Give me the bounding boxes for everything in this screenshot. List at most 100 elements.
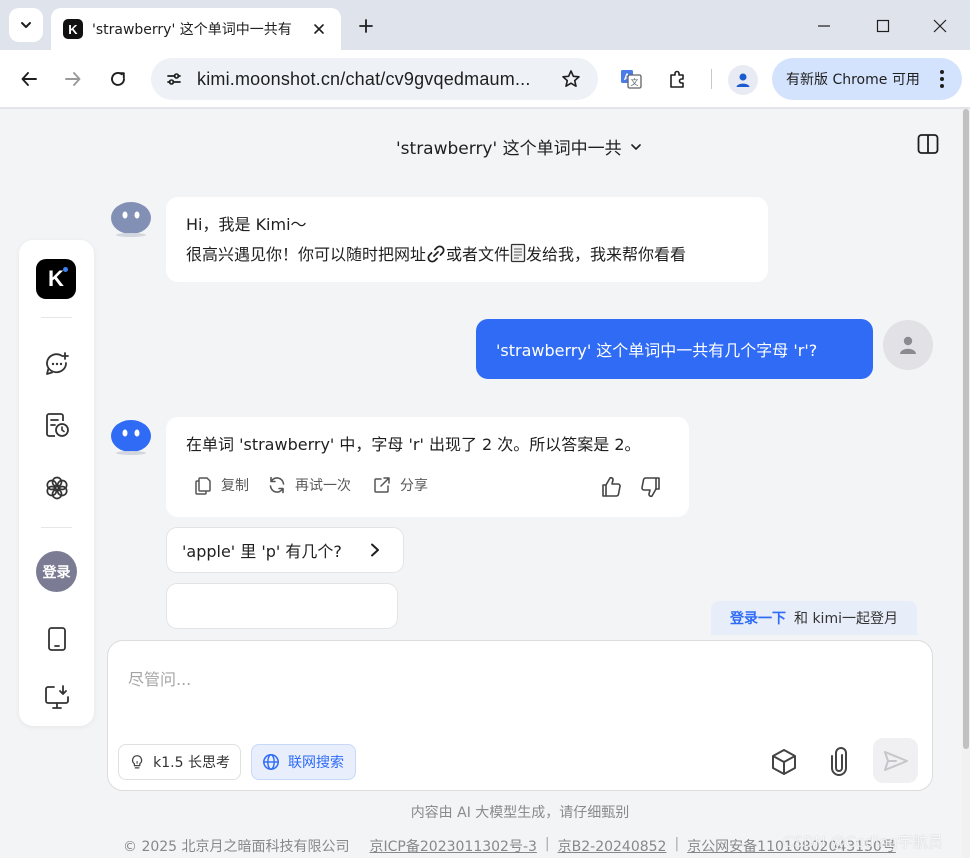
b2-link[interactable]: 京B2-20240852: [558, 836, 667, 856]
copy-icon: [195, 477, 211, 495]
attach-button[interactable]: [819, 742, 859, 782]
phone-icon: [48, 627, 66, 651]
chat-input[interactable]: [128, 659, 908, 699]
greeting-line-1: Hi，我是 Kimi～: [186, 215, 307, 234]
retry-label: 再试一次: [295, 478, 351, 494]
copyright-text: © 2025 北京月之暗面科技有限公司: [123, 839, 350, 855]
explore-button[interactable]: [42, 473, 72, 503]
minimize-button[interactable]: [809, 12, 839, 40]
kimi-favicon-icon: K: [63, 19, 83, 39]
forward-button[interactable]: [58, 64, 88, 94]
send-icon: [883, 750, 908, 771]
close-icon: [933, 19, 947, 33]
close-icon: [314, 24, 324, 34]
panel-icon: [917, 134, 939, 154]
copy-button[interactable]: 复制: [193, 475, 249, 495]
web-search-label: 联网搜索: [288, 755, 344, 771]
copy-label: 复制: [221, 478, 249, 494]
desktop-app-button[interactable]: [42, 682, 72, 712]
plus-icon: [359, 19, 373, 33]
person-icon: [736, 73, 750, 87]
chrome-update-label: 有新版 Chrome 可用: [786, 72, 920, 88]
desktop-download-icon: [45, 685, 69, 709]
puzzle-icon: [670, 70, 684, 88]
retry-button[interactable]: 再试一次: [267, 475, 351, 495]
icp-link[interactable]: 京ICP备2023011302号-3: [370, 836, 537, 856]
mobile-app-button[interactable]: [42, 624, 72, 654]
new-chat-button[interactable]: [42, 349, 72, 379]
share-button[interactable]: 分享: [372, 475, 428, 495]
globe-icon: [263, 754, 279, 770]
address-bar[interactable]: kimi.moonshot.cn/chat/cv9gvqedmaum...: [151, 58, 598, 100]
thumbs-up-icon: [602, 476, 621, 497]
kebab-menu-icon[interactable]: [934, 69, 950, 89]
chevron-down-icon: [21, 22, 31, 28]
left-sidebar: K 登录: [19, 240, 94, 726]
web-search-toggle[interactable]: 联网搜索: [251, 744, 356, 780]
extensions-button[interactable]: [662, 64, 692, 94]
greeting-text-b: 或者文件: [446, 245, 511, 264]
toolbar-separator: [711, 69, 712, 89]
like-button[interactable]: [599, 475, 623, 499]
dislike-button[interactable]: [639, 475, 663, 499]
site-settings-icon[interactable]: [163, 68, 185, 90]
send-button[interactable]: [873, 738, 918, 783]
share-icon: [374, 477, 390, 493]
scrollbar-thumb[interactable]: [963, 109, 969, 749]
site-footer: © 2025 北京月之暗面科技有限公司 京ICP备2023011302号-3 |…: [123, 836, 896, 856]
kimi-logo[interactable]: K: [36, 259, 76, 299]
chat-title-dropdown[interactable]: 'strawberry' 这个单词中一共: [396, 134, 642, 159]
long-thinking-label: k1.5 长思考: [153, 755, 230, 771]
minimize-icon: [818, 25, 830, 27]
chrome-update-button[interactable]: 有新版 Chrome 可用: [772, 58, 962, 100]
login-banner: 登录一下 和 kimi一起登月: [711, 601, 917, 635]
translate-icon: A文: [621, 70, 642, 89]
bot-greeting-message: Hi，我是 Kimi～ 很高兴遇见你！你可以随时把网址 或者文件 发给我，我来帮你看…: [166, 197, 768, 282]
tab-search-button[interactable]: [9, 8, 43, 42]
translate-button[interactable]: A文: [616, 64, 646, 94]
login-banner-text: 和 kimi一起登月: [794, 611, 898, 627]
share-label: 分享: [400, 478, 428, 494]
ai-disclaimer: 内容由 AI 大模型生成，请仔细甄别: [410, 805, 630, 821]
sidebar-divider: [41, 527, 72, 528]
cube-icon: [772, 749, 796, 775]
bookmark-star-icon[interactable]: [560, 68, 582, 90]
login-avatar-button[interactable]: 登录: [36, 551, 77, 592]
suggestion-chip[interactable]: 'apple' 里 'p' 有几个?: [166, 527, 404, 573]
new-tab-button[interactable]: [352, 12, 380, 40]
maximize-button[interactable]: [868, 12, 898, 40]
profile-button[interactable]: [728, 65, 758, 95]
chevron-down-icon: [630, 143, 641, 150]
page-scrollbar[interactable]: [962, 109, 970, 858]
chevron-right-icon: [367, 542, 383, 558]
kimi-avatar: [110, 419, 152, 457]
window-close-button[interactable]: [925, 12, 955, 40]
csdn-watermark: CSDN @Coding宇航员: [783, 833, 943, 851]
login-link[interactable]: 登录一下: [730, 608, 786, 628]
bot-answer-text: 在单词 'strawberry' 中，字母 'r' 出现了 2 次。所以答案是 …: [186, 435, 641, 454]
back-button[interactable]: [14, 64, 44, 94]
person-icon: [900, 336, 916, 354]
reload-icon: [111, 72, 125, 86]
message-actions: 复制 再试一次 分享: [193, 475, 673, 499]
tab-close-button[interactable]: [309, 19, 329, 39]
thumbs-down-icon: [641, 477, 660, 498]
toolbox-button[interactable]: [764, 742, 804, 782]
suggestion-chip[interactable]: [166, 583, 398, 629]
suggestion-text: 'apple' 里 'p' 有几个?: [182, 542, 342, 561]
long-thinking-toggle[interactable]: k1.5 长思考: [118, 744, 241, 780]
svg-text:文: 文: [631, 77, 639, 87]
history-button[interactable]: [42, 410, 72, 440]
greeting-line-2: 很高兴遇见你！你可以随时把网址 或者文件 发给我，我来帮你看看: [186, 240, 748, 270]
sidebar-toggle-button[interactable]: [916, 132, 940, 156]
link-icon: [427, 245, 445, 263]
bot-answer-message: 在单词 'strawberry' 中，字母 'r' 出现了 2 次。所以答案是 …: [166, 417, 689, 517]
flower-icon: [46, 476, 68, 500]
history-icon: [46, 413, 69, 437]
kimi-avatar: [110, 201, 152, 239]
browser-tab[interactable]: K 'strawberry' 这个单词中一共有: [51, 8, 341, 50]
user-message: 'strawberry' 这个单词中一共有几个字母 'r'?: [476, 319, 873, 379]
reload-button[interactable]: [103, 64, 133, 94]
greeting-text-a: 很高兴遇见你！你可以随时把网址: [186, 245, 427, 264]
paperclip-icon: [831, 747, 847, 776]
